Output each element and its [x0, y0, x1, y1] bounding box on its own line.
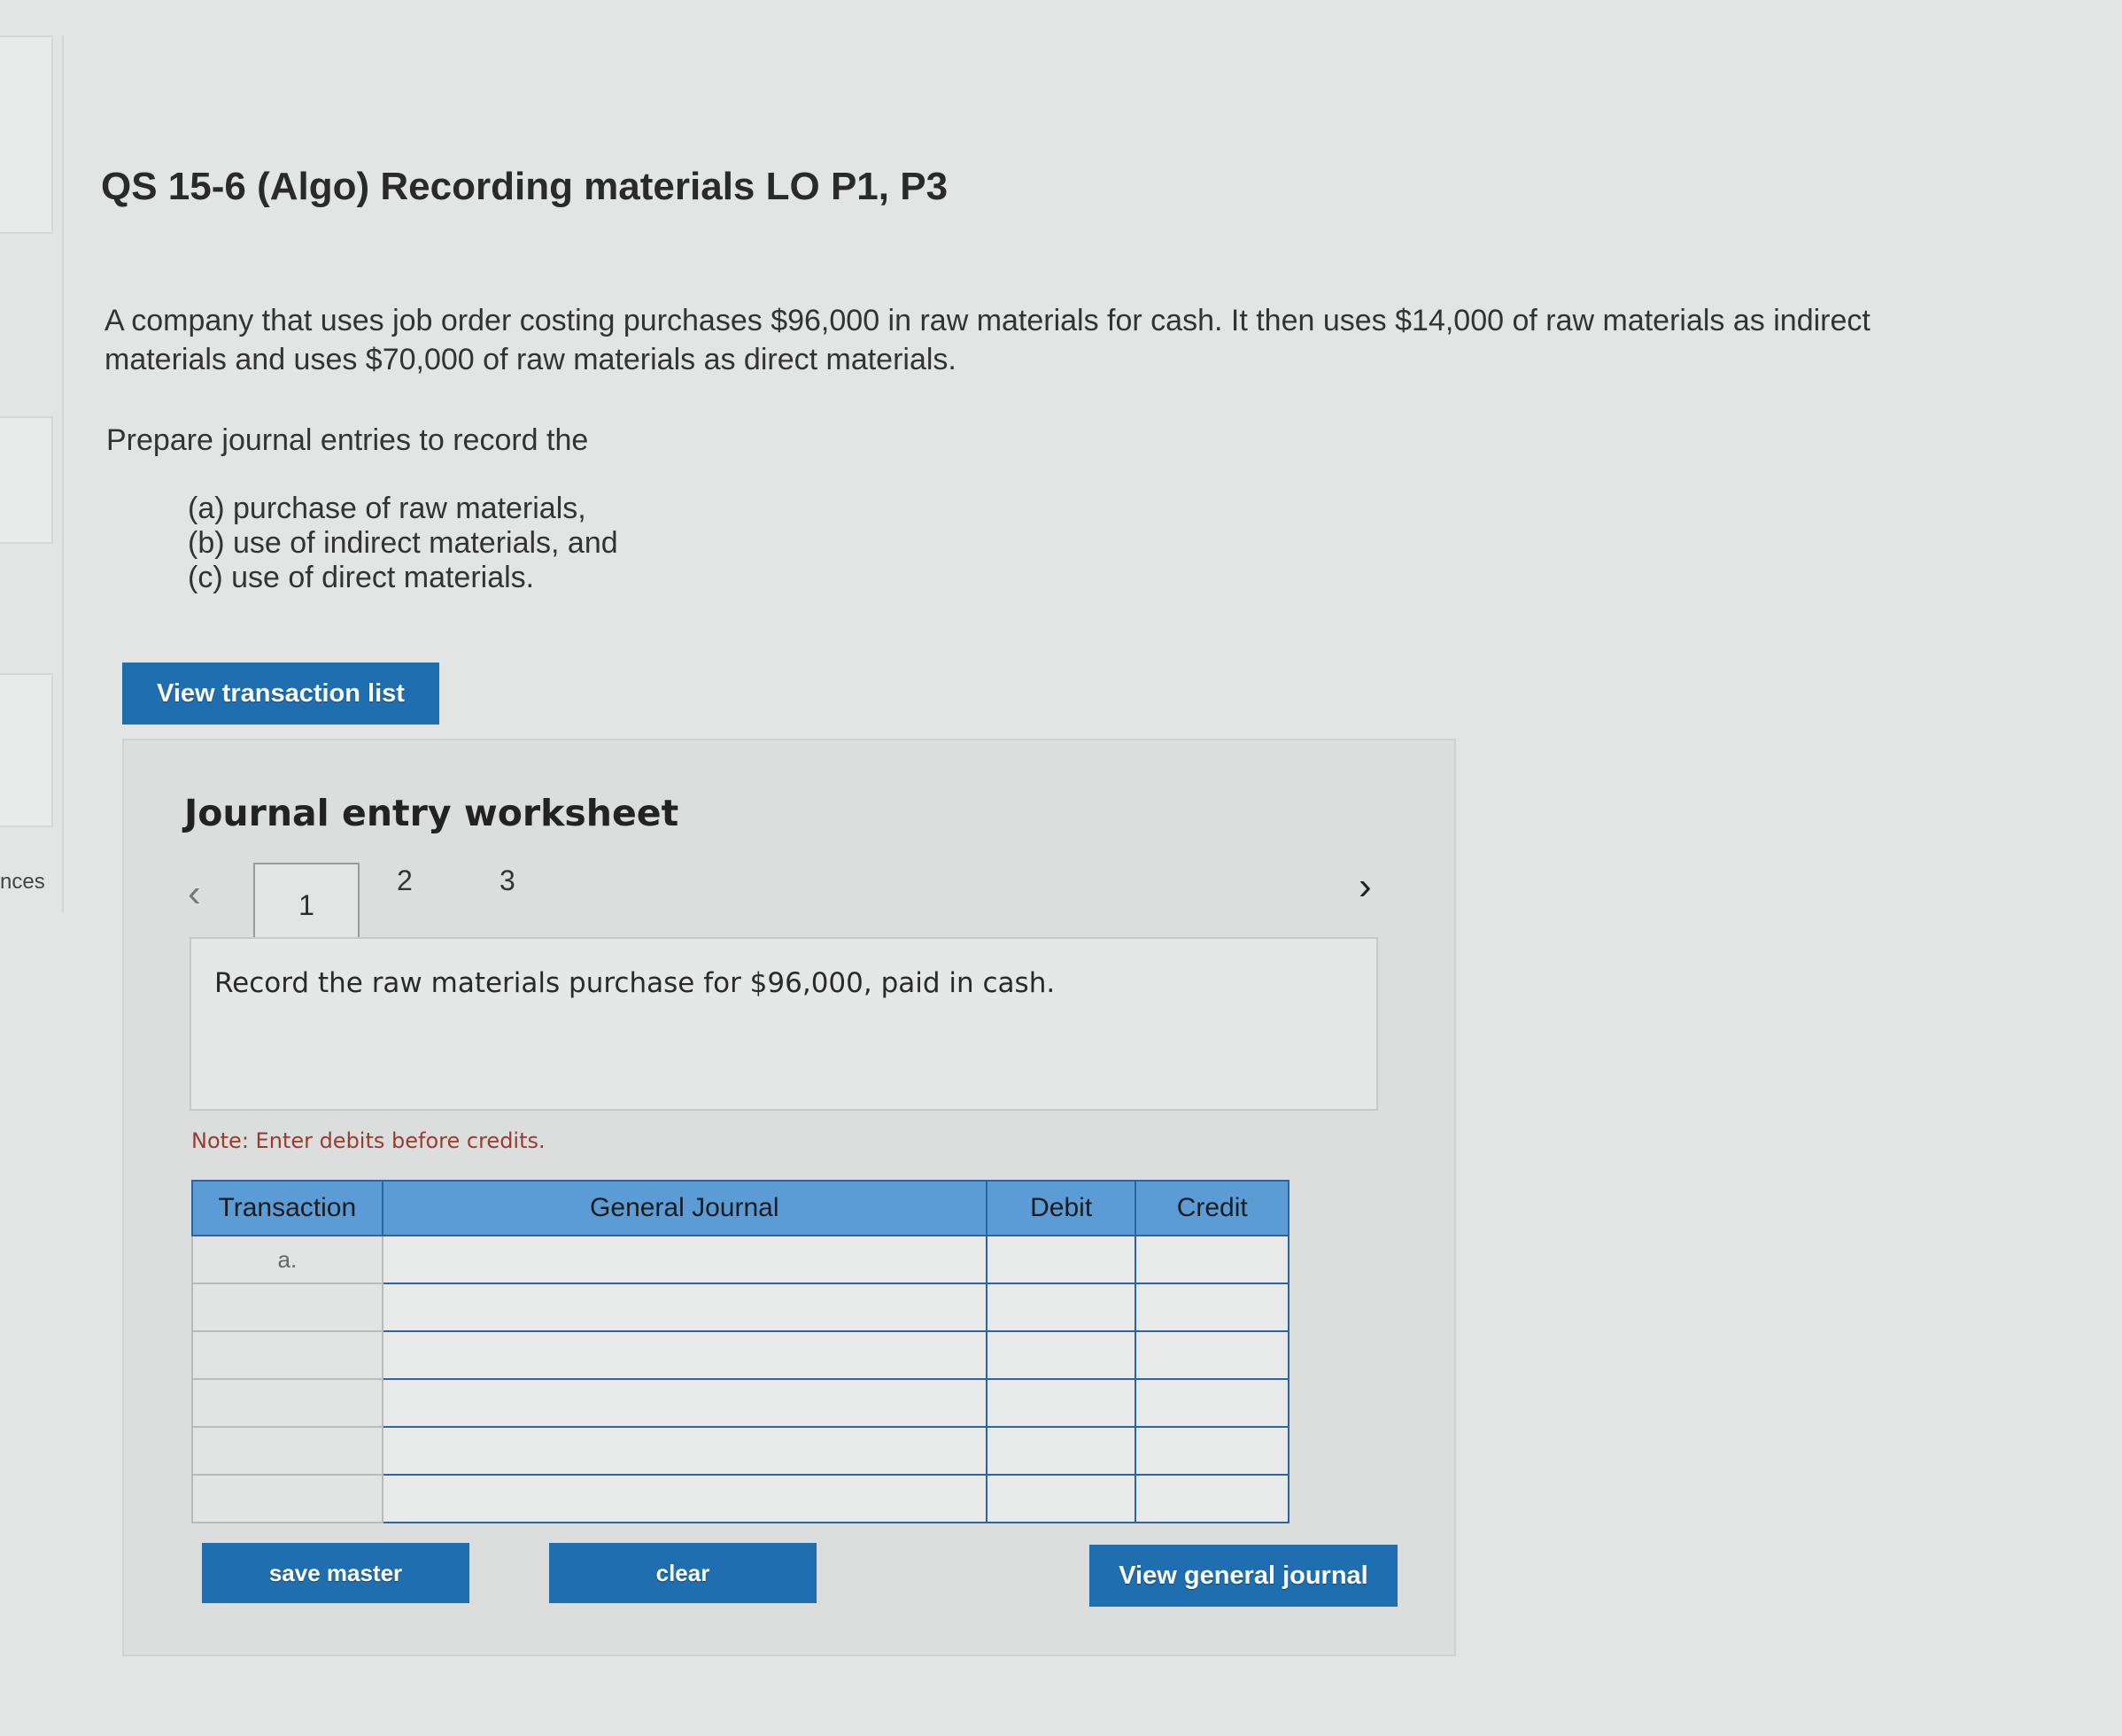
part-b: (b) use of indirect materials, and [188, 526, 618, 560]
credit-input[interactable] [1137, 1332, 1290, 1378]
debit-cell[interactable] [985, 1378, 1138, 1428]
chevron-left-icon[interactable]: ‹ [188, 872, 201, 916]
view-general-journal-button[interactable]: View general journal [1089, 1545, 1398, 1607]
credit-cell[interactable] [1135, 1378, 1290, 1428]
prepare-text: Prepare journal entries to record the [106, 423, 589, 457]
rail-item[interactable] [0, 416, 53, 544]
journal-entry-worksheet: Journal entry worksheet ‹ 1 2 3 › Record… [122, 739, 1456, 1656]
transaction-cell [191, 1474, 383, 1523]
left-rail: nces [0, 35, 64, 912]
debit-input[interactable] [987, 1236, 1138, 1283]
rail-label: nces [0, 870, 45, 894]
debit-cell[interactable] [985, 1235, 1138, 1284]
journal-table: Transaction General Journal Debit Credit… [191, 1180, 1290, 1523]
account-input[interactable] [383, 1332, 988, 1378]
credit-input[interactable] [1137, 1428, 1290, 1474]
part-a: (a) purchase of raw materials, [188, 492, 586, 525]
account-input[interactable] [383, 1476, 988, 1522]
credit-input[interactable] [1137, 1236, 1290, 1283]
debit-input[interactable] [987, 1284, 1138, 1330]
debit-input[interactable] [987, 1332, 1138, 1378]
account-cell[interactable] [381, 1235, 988, 1284]
debit-input[interactable] [987, 1476, 1138, 1522]
column-header-debit: Debit [985, 1180, 1137, 1236]
part-c: (c) use of direct materials. [188, 561, 535, 594]
transaction-cell [191, 1426, 383, 1476]
credit-input[interactable] [1137, 1476, 1290, 1522]
account-cell[interactable] [381, 1426, 988, 1476]
table-row: a. [191, 1235, 1290, 1284]
tab-3[interactable]: 3 [500, 864, 515, 897]
tab-1[interactable]: 1 [253, 863, 360, 946]
view-transaction-list-button[interactable]: View transaction list [122, 663, 439, 725]
account-cell[interactable] [381, 1474, 988, 1523]
chevron-right-icon[interactable]: › [1359, 864, 1372, 909]
rail-item[interactable] [0, 35, 53, 234]
parts-list: (a) purchase of raw materials, (b) use o… [188, 492, 618, 595]
debit-input[interactable] [987, 1428, 1138, 1474]
column-header-credit: Credit [1135, 1180, 1289, 1236]
note-text: Note: Enter debits before credits. [191, 1128, 546, 1153]
question-title: QS 15-6 (Algo) Recording materials LO P1… [101, 165, 949, 208]
save-master-button[interactable]: save master [202, 1543, 469, 1603]
credit-cell[interactable] [1135, 1330, 1290, 1380]
table-row [191, 1378, 1290, 1428]
account-input[interactable] [383, 1428, 988, 1474]
transaction-cell: a. [191, 1235, 383, 1284]
credit-input[interactable] [1137, 1284, 1290, 1330]
table-row [191, 1283, 1290, 1332]
rail-item[interactable] [0, 673, 53, 827]
table-row [191, 1474, 1290, 1523]
account-cell[interactable] [381, 1283, 988, 1332]
transaction-cell [191, 1330, 383, 1380]
intro-line-2: materials and uses $70,000 of raw materi… [105, 343, 956, 376]
debit-cell[interactable] [985, 1330, 1138, 1380]
credit-cell[interactable] [1135, 1235, 1290, 1284]
account-input[interactable] [383, 1380, 988, 1426]
credit-cell[interactable] [1135, 1283, 1290, 1332]
instruction-text: Record the raw materials purchase for $9… [214, 967, 1056, 999]
tab-label: 1 [298, 888, 314, 921]
question-intro: A company that uses job order costing pu… [105, 301, 2009, 379]
credit-cell[interactable] [1135, 1474, 1290, 1523]
account-cell[interactable] [381, 1378, 988, 1428]
column-header-general-journal: General Journal [381, 1180, 987, 1236]
clear-button[interactable]: clear [549, 1543, 817, 1603]
account-cell[interactable] [381, 1330, 988, 1380]
account-input[interactable] [383, 1284, 988, 1330]
intro-line-1: A company that uses job order costing pu… [105, 304, 1870, 337]
credit-input[interactable] [1137, 1380, 1290, 1426]
worksheet-title: Journal entry worksheet [184, 792, 679, 834]
credit-cell[interactable] [1135, 1426, 1290, 1476]
column-header-transaction: Transaction [191, 1180, 383, 1236]
debit-cell[interactable] [985, 1474, 1138, 1523]
table-row [191, 1330, 1290, 1380]
instruction-box: Record the raw materials purchase for $9… [190, 937, 1378, 1111]
tab-2[interactable]: 2 [397, 864, 413, 897]
transaction-cell [191, 1378, 383, 1428]
debit-cell[interactable] [985, 1426, 1138, 1476]
debit-cell[interactable] [985, 1283, 1138, 1332]
table-row [191, 1426, 1290, 1476]
debit-input[interactable] [987, 1380, 1138, 1426]
account-input[interactable] [383, 1236, 988, 1283]
transaction-cell [191, 1283, 383, 1332]
